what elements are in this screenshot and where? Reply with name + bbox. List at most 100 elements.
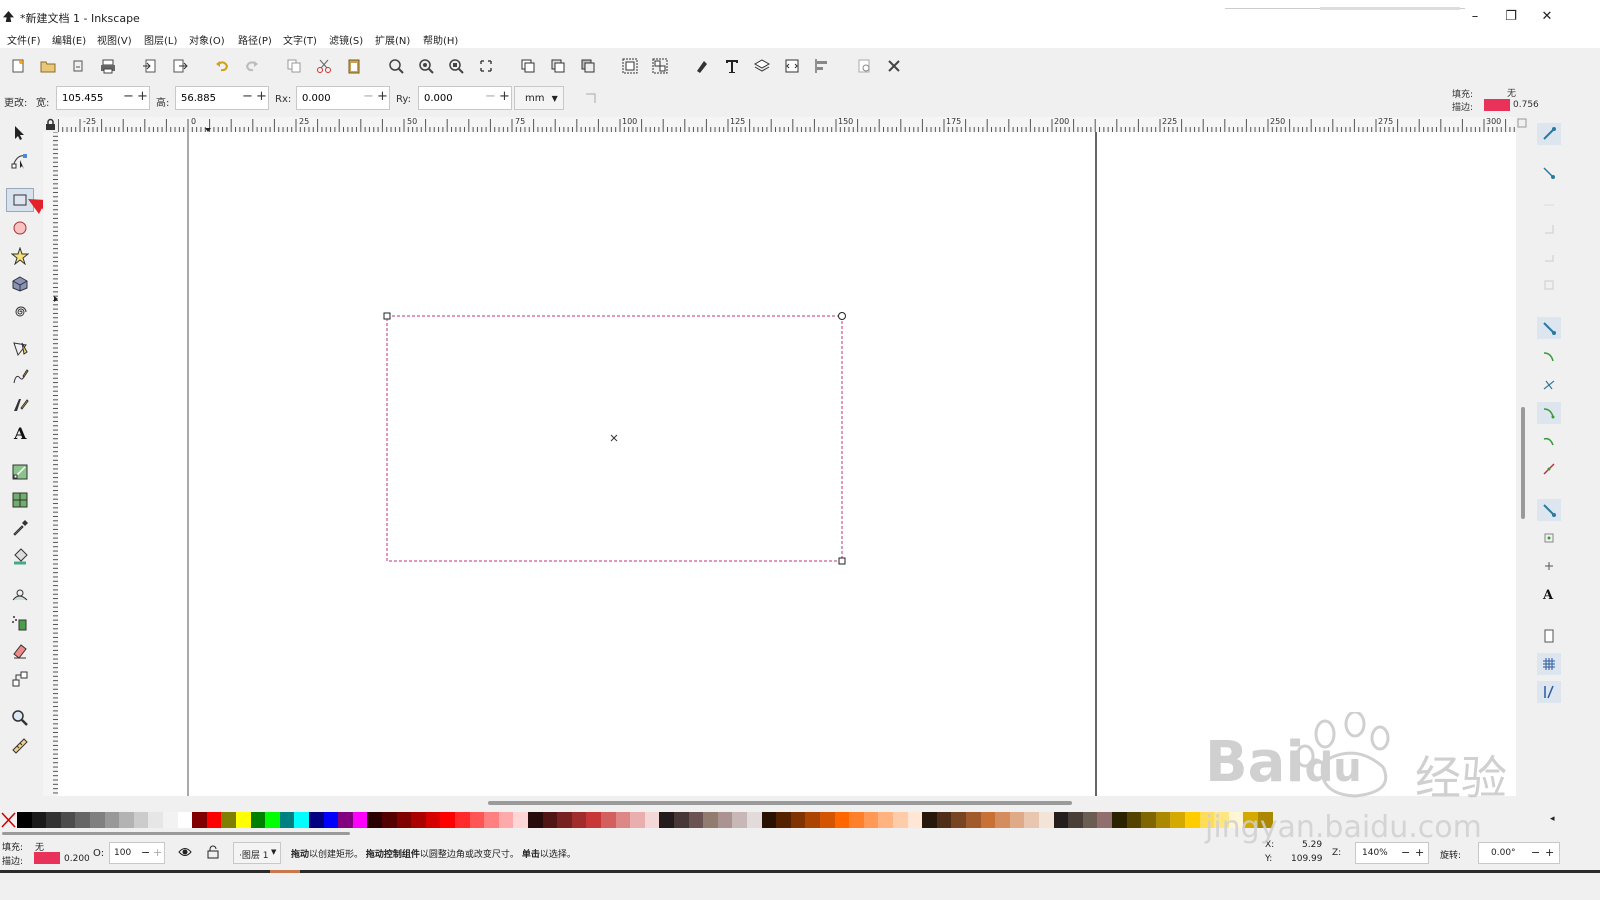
new-document-icon[interactable] (10, 58, 26, 74)
snap-others-toggle[interactable] (1537, 499, 1561, 521)
redo-icon[interactable] (244, 58, 260, 74)
palette-swatch[interactable] (265, 812, 281, 828)
palette-swatch[interactable] (703, 812, 719, 828)
palette-swatch[interactable] (75, 812, 91, 828)
palette-swatch[interactable] (104, 812, 120, 828)
snap-paths-toggle[interactable] (1537, 346, 1561, 368)
palette-swatch[interactable] (980, 812, 996, 828)
select-tool[interactable] (6, 121, 34, 145)
palette-swatch[interactable] (907, 812, 923, 828)
palette-swatch[interactable] (513, 812, 529, 828)
menu-edit[interactable]: 编辑(E) (52, 32, 86, 47)
palette-swatch[interactable] (411, 812, 427, 828)
palette-swatch[interactable] (820, 812, 835, 828)
text-tool[interactable]: A (6, 421, 34, 445)
vertical-scrollbar[interactable] (1516, 132, 1530, 796)
horizontal-ruler[interactable]: -25 0 25 50 75 100 125 150 175 200 225 2… (58, 117, 1516, 133)
palette-swatch[interactable] (951, 812, 967, 828)
layer-lock-icon[interactable] (207, 845, 219, 859)
paint-bucket-tool[interactable] (6, 544, 34, 568)
menu-path[interactable]: 路径(P) (238, 32, 272, 47)
menu-file[interactable]: 文件(F) (7, 32, 41, 47)
palette-swatch[interactable] (1068, 812, 1084, 828)
palette-swatch[interactable] (279, 812, 295, 828)
palette-swatch[interactable] (557, 812, 573, 828)
palette-swatch[interactable] (338, 812, 354, 828)
palette-swatch[interactable] (17, 812, 32, 828)
fill-indicator-value[interactable]: 无 (1507, 86, 1516, 99)
pencil-tool[interactable] (6, 365, 34, 389)
drawing-canvas[interactable] (58, 132, 1516, 796)
palette-swatch[interactable] (1126, 812, 1142, 828)
xml-editor-icon[interactable] (784, 58, 800, 74)
palette-swatch[interactable] (863, 812, 879, 828)
palette-swatch[interactable] (747, 812, 762, 828)
measure-tool[interactable] (6, 734, 34, 758)
menu-filters[interactable]: 滤镜(S) (329, 32, 363, 47)
palette-swatch[interactable] (294, 812, 310, 828)
height-decrement[interactable]: − (242, 89, 253, 104)
snap-intersections-toggle[interactable] (1537, 374, 1561, 396)
palette-swatch[interactable] (484, 812, 500, 828)
palette-swatch[interactable] (31, 812, 47, 828)
horizontal-scroll-thumb[interactable] (488, 801, 1072, 805)
align-distribute-icon[interactable] (814, 58, 830, 74)
palette-swatch[interactable] (440, 812, 456, 828)
zoom-selection-icon[interactable] (388, 58, 404, 74)
palette-swatch[interactable] (776, 812, 792, 828)
palette-swatch[interactable] (601, 812, 616, 828)
palette-swatch[interactable] (761, 812, 777, 828)
palette-swatch[interactable] (163, 812, 178, 828)
palette-swatch[interactable] (236, 812, 251, 828)
dropper-tool[interactable] (6, 516, 34, 540)
palette-swatch[interactable] (966, 812, 981, 828)
palette-swatch[interactable] (250, 812, 266, 828)
group-icon[interactable] (622, 58, 638, 74)
ry-input[interactable] (422, 92, 484, 105)
menu-help[interactable]: 帮助(H) (423, 32, 458, 47)
gradient-tool[interactable] (6, 460, 34, 484)
palette-swatch[interactable] (177, 812, 193, 828)
clone-icon[interactable] (550, 58, 566, 74)
status-stroke-swatch[interactable] (34, 852, 60, 864)
palette-swatch[interactable] (309, 812, 324, 828)
palette-swatch[interactable] (542, 812, 558, 828)
bezier-tool[interactable] (6, 337, 34, 361)
copy-icon[interactable] (286, 58, 302, 74)
height-input[interactable] (179, 92, 241, 105)
palette-swatch[interactable] (498, 812, 514, 828)
zoom-drawing-icon[interactable] (418, 58, 434, 74)
palette-swatch[interactable] (878, 812, 894, 828)
palette-swatch[interactable] (1185, 812, 1200, 828)
connector-tool[interactable] (6, 667, 34, 691)
menu-view[interactable]: 视图(V) (97, 32, 132, 47)
unlink-clone-icon[interactable] (580, 58, 596, 74)
width-decrement[interactable]: − (123, 89, 134, 104)
palette-swatch[interactable] (323, 812, 339, 828)
snap-smooth-nodes-toggle[interactable] (1537, 430, 1561, 452)
palette-swatch[interactable] (46, 812, 62, 828)
palette-menu-icon[interactable]: ◂ (1550, 814, 1555, 824)
rotate-decrement[interactable]: − (1531, 846, 1540, 859)
palette-swatch[interactable] (90, 812, 105, 828)
menu-object[interactable]: 对象(O) (189, 32, 225, 47)
snap-bbox-corners-toggle[interactable] (1537, 218, 1561, 240)
rx-increment[interactable]: + (377, 89, 388, 104)
ry-decrement[interactable]: − (485, 89, 496, 104)
palette-swatch[interactable] (717, 812, 733, 828)
palette-swatch[interactable] (659, 812, 675, 828)
no-paint-icon[interactable] (1, 812, 16, 828)
minimize-button[interactable]: – (1460, 6, 1490, 28)
menu-extensions[interactable]: 扩展(N) (375, 32, 410, 47)
palette-swatch[interactable] (119, 812, 135, 828)
palette-swatch[interactable] (1097, 812, 1113, 828)
cut-icon[interactable] (316, 58, 332, 74)
make-corners-sharp-icon[interactable] (585, 92, 597, 104)
text-font-icon[interactable] (724, 58, 740, 74)
close-button[interactable]: ✕ (1532, 6, 1562, 28)
stroke-width-value[interactable]: 0.756 (1513, 100, 1539, 110)
opacity-decrement[interactable]: − (141, 846, 150, 859)
snap-bbox-edges-toggle[interactable] (1537, 190, 1561, 212)
restore-button[interactable]: ❐ (1496, 6, 1526, 28)
palette-swatch[interactable] (1039, 812, 1054, 828)
